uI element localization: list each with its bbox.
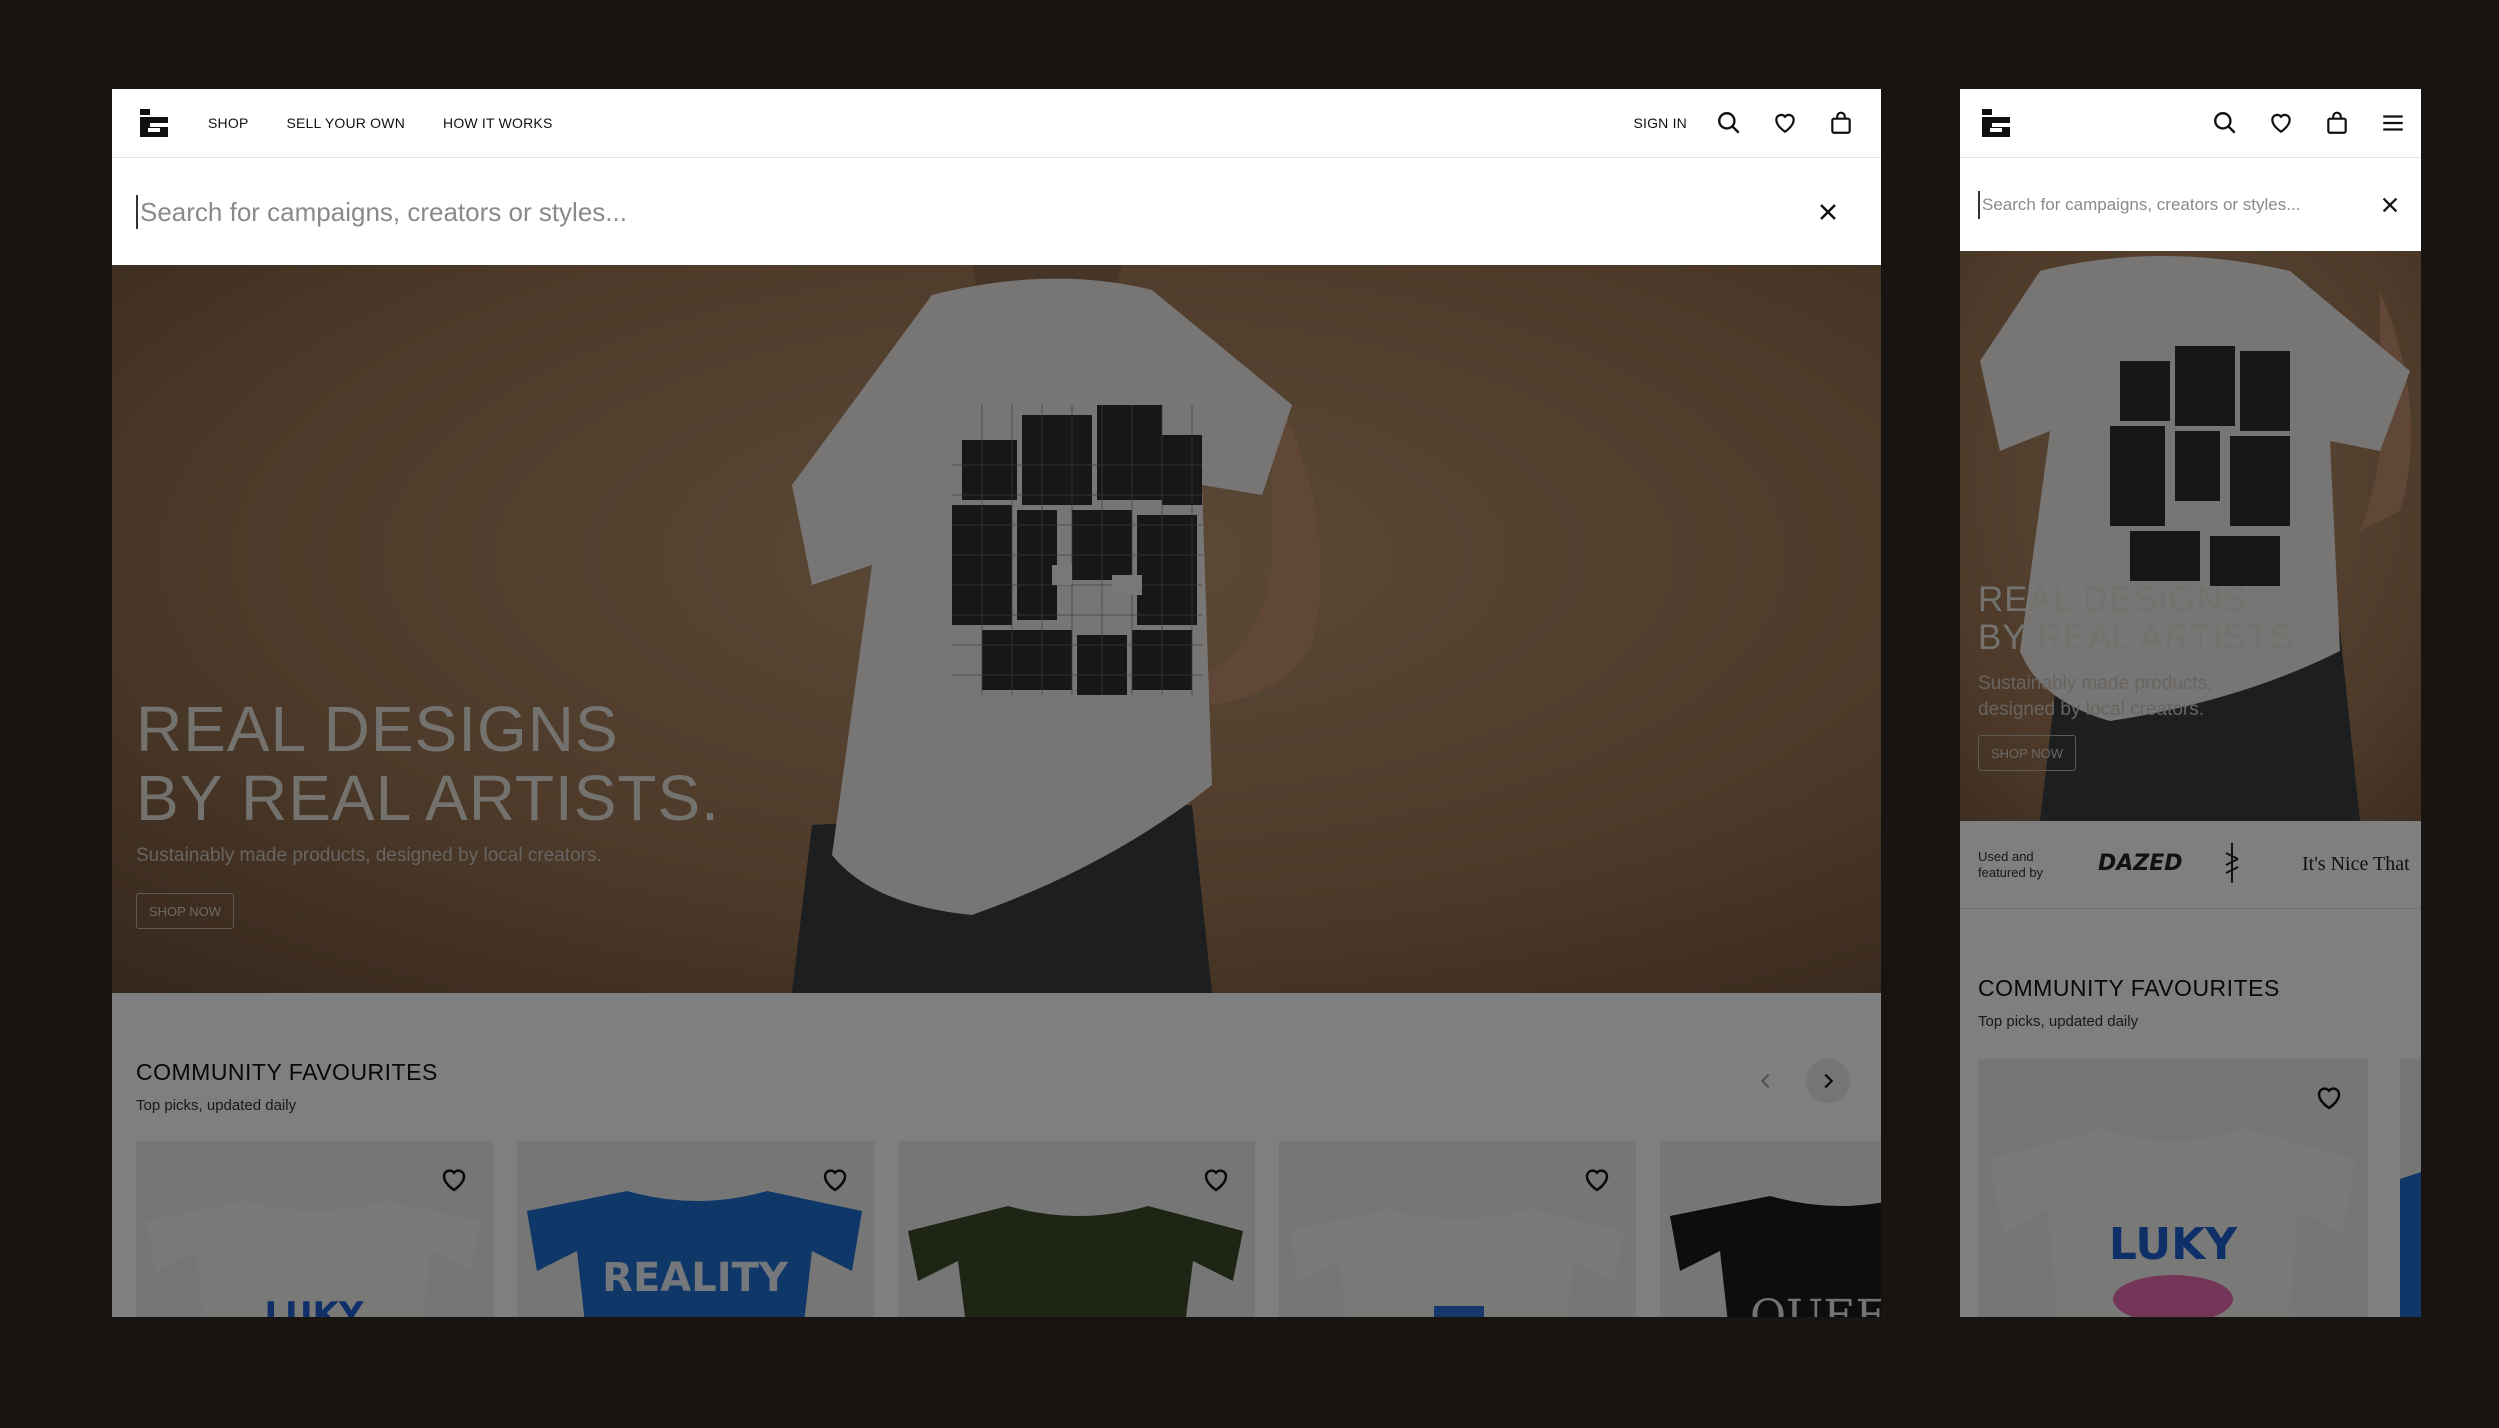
section-subtitle: Top picks, updated daily bbox=[1978, 1013, 2139, 1030]
mobile-frame: REAL DESIGNS BY REAL ARTISTS. Sustainabl… bbox=[1960, 89, 2421, 1317]
tshirt-image: LUKY bbox=[1990, 1129, 2356, 1317]
product-card[interactable] bbox=[1279, 1141, 1636, 1317]
search-bar bbox=[112, 159, 1881, 265]
search-input[interactable] bbox=[1978, 191, 2377, 219]
heart-icon[interactable] bbox=[1771, 109, 1799, 137]
hero-title-line-1: REAL DESIGNS bbox=[136, 693, 619, 765]
its-nice-that-logo: It's Nice That bbox=[2302, 853, 2410, 875]
shop-now-button[interactable]: SHOP NOW bbox=[1978, 735, 2076, 771]
desktop-frame: SHOP SELL YOUR OWN HOW IT WORKS SIGN IN bbox=[112, 89, 1881, 1317]
brand-logo[interactable] bbox=[136, 107, 172, 139]
heart-icon[interactable] bbox=[2267, 109, 2295, 137]
community-favourites-section: COMMUNITY FAVOURITES Top picks, updated … bbox=[1960, 909, 2421, 1317]
carousel-next-button[interactable] bbox=[1806, 1059, 1850, 1103]
dazed-logo: DAZED bbox=[2098, 851, 2183, 876]
brand-logo[interactable] bbox=[1978, 107, 2014, 139]
hero-title-line-1: REAL DESIGNS bbox=[1978, 580, 2248, 619]
tshirt-print-text: REALITY bbox=[602, 1255, 789, 1301]
hero-title: REAL DESIGNS BY REAL ARTISTS. bbox=[1978, 581, 2305, 657]
hero-subtitle-line-1: Sustainably made products, bbox=[1978, 673, 2213, 694]
hero-photo bbox=[112, 265, 1881, 993]
hero-title: REAL DESIGNS BY REAL ARTISTS. bbox=[136, 693, 720, 835]
hero-banner: REAL DESIGNS BY REAL ARTISTS. Sustainabl… bbox=[112, 265, 1881, 993]
hero-subtitle-line-2: designed by local creators. bbox=[1978, 698, 2205, 720]
section-title: COMMUNITY FAVOURITES bbox=[136, 1059, 438, 1085]
tshirt-image bbox=[2400, 1172, 2421, 1317]
featured-by-label: Used and featured by bbox=[1978, 849, 2044, 880]
tshirt-image: LUKY bbox=[146, 1201, 481, 1317]
search-icon[interactable] bbox=[2211, 109, 2239, 137]
carousel-prev-button[interactable] bbox=[1744, 1059, 1788, 1103]
product-card[interactable]: LUKY bbox=[136, 1141, 493, 1317]
nav-how-it-works[interactable]: HOW IT WORKS bbox=[443, 115, 552, 131]
close-icon[interactable] bbox=[1813, 197, 1843, 227]
product-card[interactable]: REALITY bbox=[517, 1141, 874, 1317]
search-icon[interactable] bbox=[1715, 109, 1743, 137]
tshirt-image bbox=[908, 1206, 1243, 1317]
search-input[interactable] bbox=[136, 195, 1813, 229]
product-card[interactable]: QUEEN bbox=[1660, 1141, 1881, 1317]
amnesty-candle-logo bbox=[2225, 843, 2239, 883]
section-title: COMMUNITY FAVOURITES bbox=[1978, 975, 2280, 1001]
site-header-mobile bbox=[1960, 89, 2421, 158]
close-icon[interactable] bbox=[2377, 192, 2403, 218]
hero-title-line-2: BY REAL ARTISTS. bbox=[1978, 617, 2305, 657]
sign-in-link[interactable]: SIGN IN bbox=[1633, 115, 1687, 131]
hero-subtitle: Sustainably made products, designed by l… bbox=[136, 845, 602, 866]
section-subtitle: Top picks, updated daily bbox=[136, 1097, 297, 1114]
hero-banner: REAL DESIGNS BY REAL ARTISTS. Sustainabl… bbox=[1960, 251, 2421, 821]
nav-sell-your-own[interactable]: SELL YOUR OWN bbox=[286, 115, 405, 131]
product-card[interactable]: LUKY bbox=[1978, 1059, 2368, 1317]
bag-icon[interactable] bbox=[1827, 109, 1855, 137]
search-bar bbox=[1960, 159, 2421, 251]
hero-title-line-2: BY REAL ARTISTS. bbox=[136, 762, 720, 835]
tshirt-print-text: LUKY bbox=[2109, 1219, 2238, 1270]
featured-by-strip: Used and featured by DAZED It's Nice Tha… bbox=[1960, 821, 2421, 909]
product-card[interactable] bbox=[2400, 1059, 2421, 1317]
tshirt-image: QUEEN bbox=[1670, 1196, 1881, 1317]
tshirt-image: REALITY bbox=[527, 1191, 862, 1317]
bag-icon[interactable] bbox=[2323, 109, 2351, 137]
tshirt-print-text: LUKY bbox=[264, 1295, 363, 1317]
hero-subtitle: Sustainably made products, designed by l… bbox=[1978, 671, 2212, 722]
menu-icon[interactable] bbox=[2379, 109, 2407, 137]
site-header: SHOP SELL YOUR OWN HOW IT WORKS SIGN IN bbox=[112, 89, 1881, 158]
community-favourites-section: COMMUNITY FAVOURITES Top picks, updated … bbox=[112, 993, 1881, 1317]
shop-now-button[interactable]: SHOP NOW bbox=[136, 893, 234, 929]
tshirt-image bbox=[1289, 1209, 1624, 1317]
product-card[interactable] bbox=[898, 1141, 1255, 1317]
tshirt-print-text: QUEEN bbox=[1750, 1291, 1881, 1317]
nav-shop[interactable]: SHOP bbox=[208, 115, 248, 131]
